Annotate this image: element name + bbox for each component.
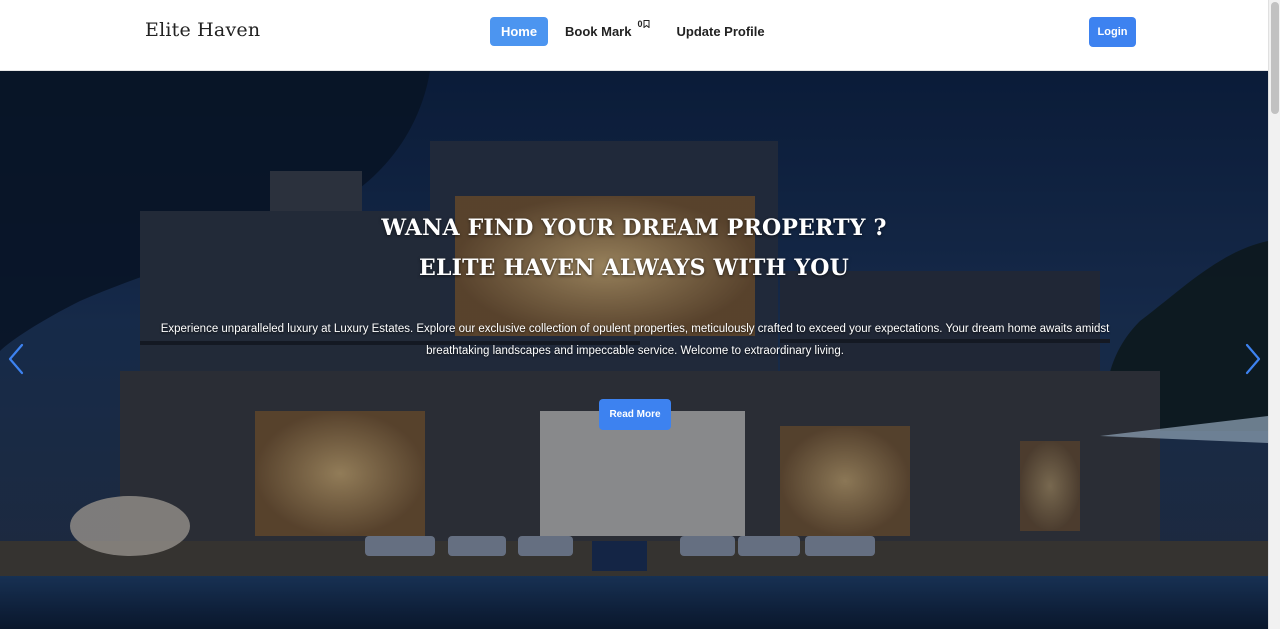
page-scrollbar[interactable] [1268,0,1280,629]
carousel-prev-button[interactable] [4,341,28,377]
nav-home-link[interactable]: Home [490,17,548,46]
carousel-next-button[interactable] [1241,341,1265,377]
login-button[interactable]: Login [1089,17,1136,47]
read-more-button[interactable]: Read More [599,399,671,430]
scrollbar-thumb[interactable] [1271,2,1279,114]
nav-bookmark-link[interactable]: Book Mark 0 [565,19,650,39]
nav-update-profile-link[interactable]: Update Profile [676,24,764,39]
chevron-right-icon [1245,343,1261,375]
hero-carousel: WANA FIND YOUR DREAM PROPERTY ? ELITE HA… [0,71,1268,629]
main-nav: Home Book Mark 0 Update Profile [490,17,765,46]
chevron-left-icon [8,343,24,375]
bookmark-icon [643,20,650,28]
hero-description: Experience unparalleled luxury at Luxury… [160,323,1110,357]
nav-bookmark-label: Book Mark [565,24,632,39]
bookmark-count-badge: 0 [637,19,650,29]
navbar: Elite Haven Home Book Mark 0 Update Prof… [0,0,1268,71]
brand-logo[interactable]: Elite Haven [145,19,260,41]
hero-title-line-2: ELITE HAVEN ALWAYS WITH YOU [418,255,850,281]
bookmark-count: 0 [637,19,643,29]
hero-title-line-1: WANA FIND YOUR DREAM PROPERTY ? [381,215,887,241]
